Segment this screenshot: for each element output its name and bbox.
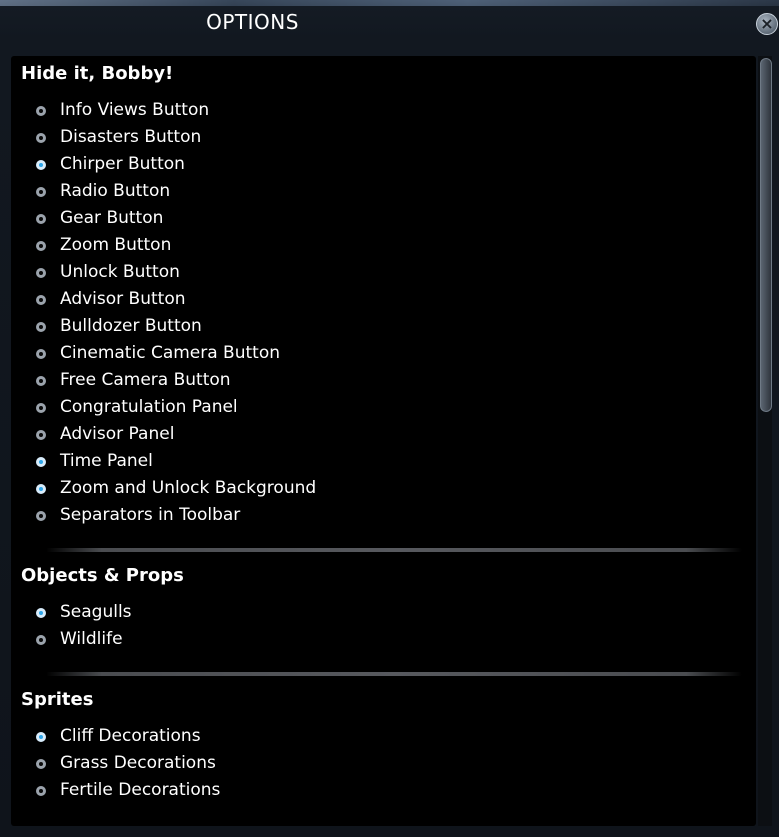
- radio-icon[interactable]: [36, 132, 46, 143]
- radio-icon[interactable]: [36, 105, 46, 116]
- option-fertile-decorations[interactable]: Fertile Decorations: [36, 779, 220, 801]
- option-label: Radio Button: [60, 181, 171, 201]
- option-label: Time Panel: [60, 451, 153, 471]
- section-divider: [46, 548, 742, 552]
- option-label: Cliff Decorations: [60, 726, 201, 746]
- section-divider: [46, 672, 742, 676]
- option-label: Advisor Button: [60, 289, 186, 309]
- option-label: Congratulation Panel: [60, 397, 238, 417]
- options-titlebar: OPTIONS: [0, 6, 779, 42]
- option-disasters-button[interactable]: Disasters Button: [36, 126, 201, 148]
- option-label: Free Camera Button: [60, 370, 231, 390]
- option-label: Info Views Button: [60, 100, 210, 120]
- option-advisor-button[interactable]: Advisor Button: [36, 288, 186, 310]
- section-title-sprites: Sprites: [21, 689, 94, 710]
- option-label: Bulldozer Button: [60, 316, 202, 336]
- radio-icon[interactable]: [36, 758, 46, 769]
- option-label: Wildlife: [60, 629, 123, 649]
- option-zoom-unlock-background[interactable]: Zoom and Unlock Background: [36, 477, 316, 499]
- option-bulldozer-button[interactable]: Bulldozer Button: [36, 315, 202, 337]
- option-unlock-button[interactable]: Unlock Button: [36, 261, 180, 283]
- option-label: Zoom and Unlock Background: [60, 478, 317, 498]
- section-title-objects-props: Objects & Props: [21, 565, 184, 586]
- radio-icon[interactable]: [36, 348, 46, 359]
- radio-icon[interactable]: [36, 510, 46, 521]
- option-chirper-button[interactable]: Chirper Button: [36, 153, 185, 175]
- option-label: Separators in Toolbar: [60, 505, 241, 525]
- option-wildlife[interactable]: Wildlife: [36, 628, 123, 650]
- radio-icon[interactable]: [36, 213, 46, 224]
- option-time-panel[interactable]: Time Panel: [36, 450, 153, 472]
- radio-icon[interactable]: [36, 240, 46, 251]
- option-zoom-button[interactable]: Zoom Button: [36, 234, 171, 256]
- radio-icon[interactable]: [36, 294, 46, 305]
- option-label: Disasters Button: [60, 127, 202, 147]
- option-label: Gear Button: [60, 208, 164, 228]
- option-label: Grass Decorations: [60, 753, 216, 773]
- option-congratulation-panel[interactable]: Congratulation Panel: [36, 396, 238, 418]
- radio-icon[interactable]: [36, 375, 46, 386]
- radio-icon[interactable]: [36, 483, 46, 494]
- option-label: Fertile Decorations: [60, 780, 221, 800]
- option-label: Advisor Panel: [60, 424, 175, 444]
- radio-icon[interactable]: [36, 186, 46, 197]
- option-radio-button[interactable]: Radio Button: [36, 180, 170, 202]
- option-info-views-button[interactable]: Info Views Button: [36, 99, 209, 121]
- radio-icon[interactable]: [36, 731, 46, 742]
- option-separators-in-toolbar[interactable]: Separators in Toolbar: [36, 504, 240, 526]
- option-label: Unlock Button: [60, 262, 180, 282]
- option-label: Cinematic Camera Button: [60, 343, 281, 363]
- option-advisor-panel[interactable]: Advisor Panel: [36, 423, 174, 445]
- window-title: OPTIONS: [206, 10, 299, 34]
- scrollbar-thumb[interactable]: [760, 58, 772, 412]
- option-grass-decorations[interactable]: Grass Decorations: [36, 752, 216, 774]
- option-cliff-decorations[interactable]: Cliff Decorations: [36, 725, 201, 747]
- option-label: Chirper Button: [60, 154, 185, 174]
- option-free-camera-button[interactable]: Free Camera Button: [36, 369, 231, 391]
- option-cinematic-camera-button[interactable]: Cinematic Camera Button: [36, 342, 280, 364]
- close-icon[interactable]: ×: [756, 13, 778, 35]
- radio-icon[interactable]: [36, 159, 46, 170]
- option-label: Seagulls: [60, 602, 132, 622]
- radio-icon[interactable]: [36, 634, 46, 645]
- option-gear-button[interactable]: Gear Button: [36, 207, 163, 229]
- radio-icon[interactable]: [36, 402, 46, 413]
- section-title-hide-it-bobby: Hide it, Bobby!: [21, 63, 174, 84]
- option-seagulls[interactable]: Seagulls: [36, 601, 132, 623]
- radio-icon[interactable]: [36, 321, 46, 332]
- radio-icon[interactable]: [36, 456, 46, 467]
- radio-icon[interactable]: [36, 267, 46, 278]
- option-label: Zoom Button: [60, 235, 172, 255]
- radio-icon[interactable]: [36, 785, 46, 796]
- radio-icon[interactable]: [36, 607, 46, 618]
- radio-icon[interactable]: [36, 429, 46, 440]
